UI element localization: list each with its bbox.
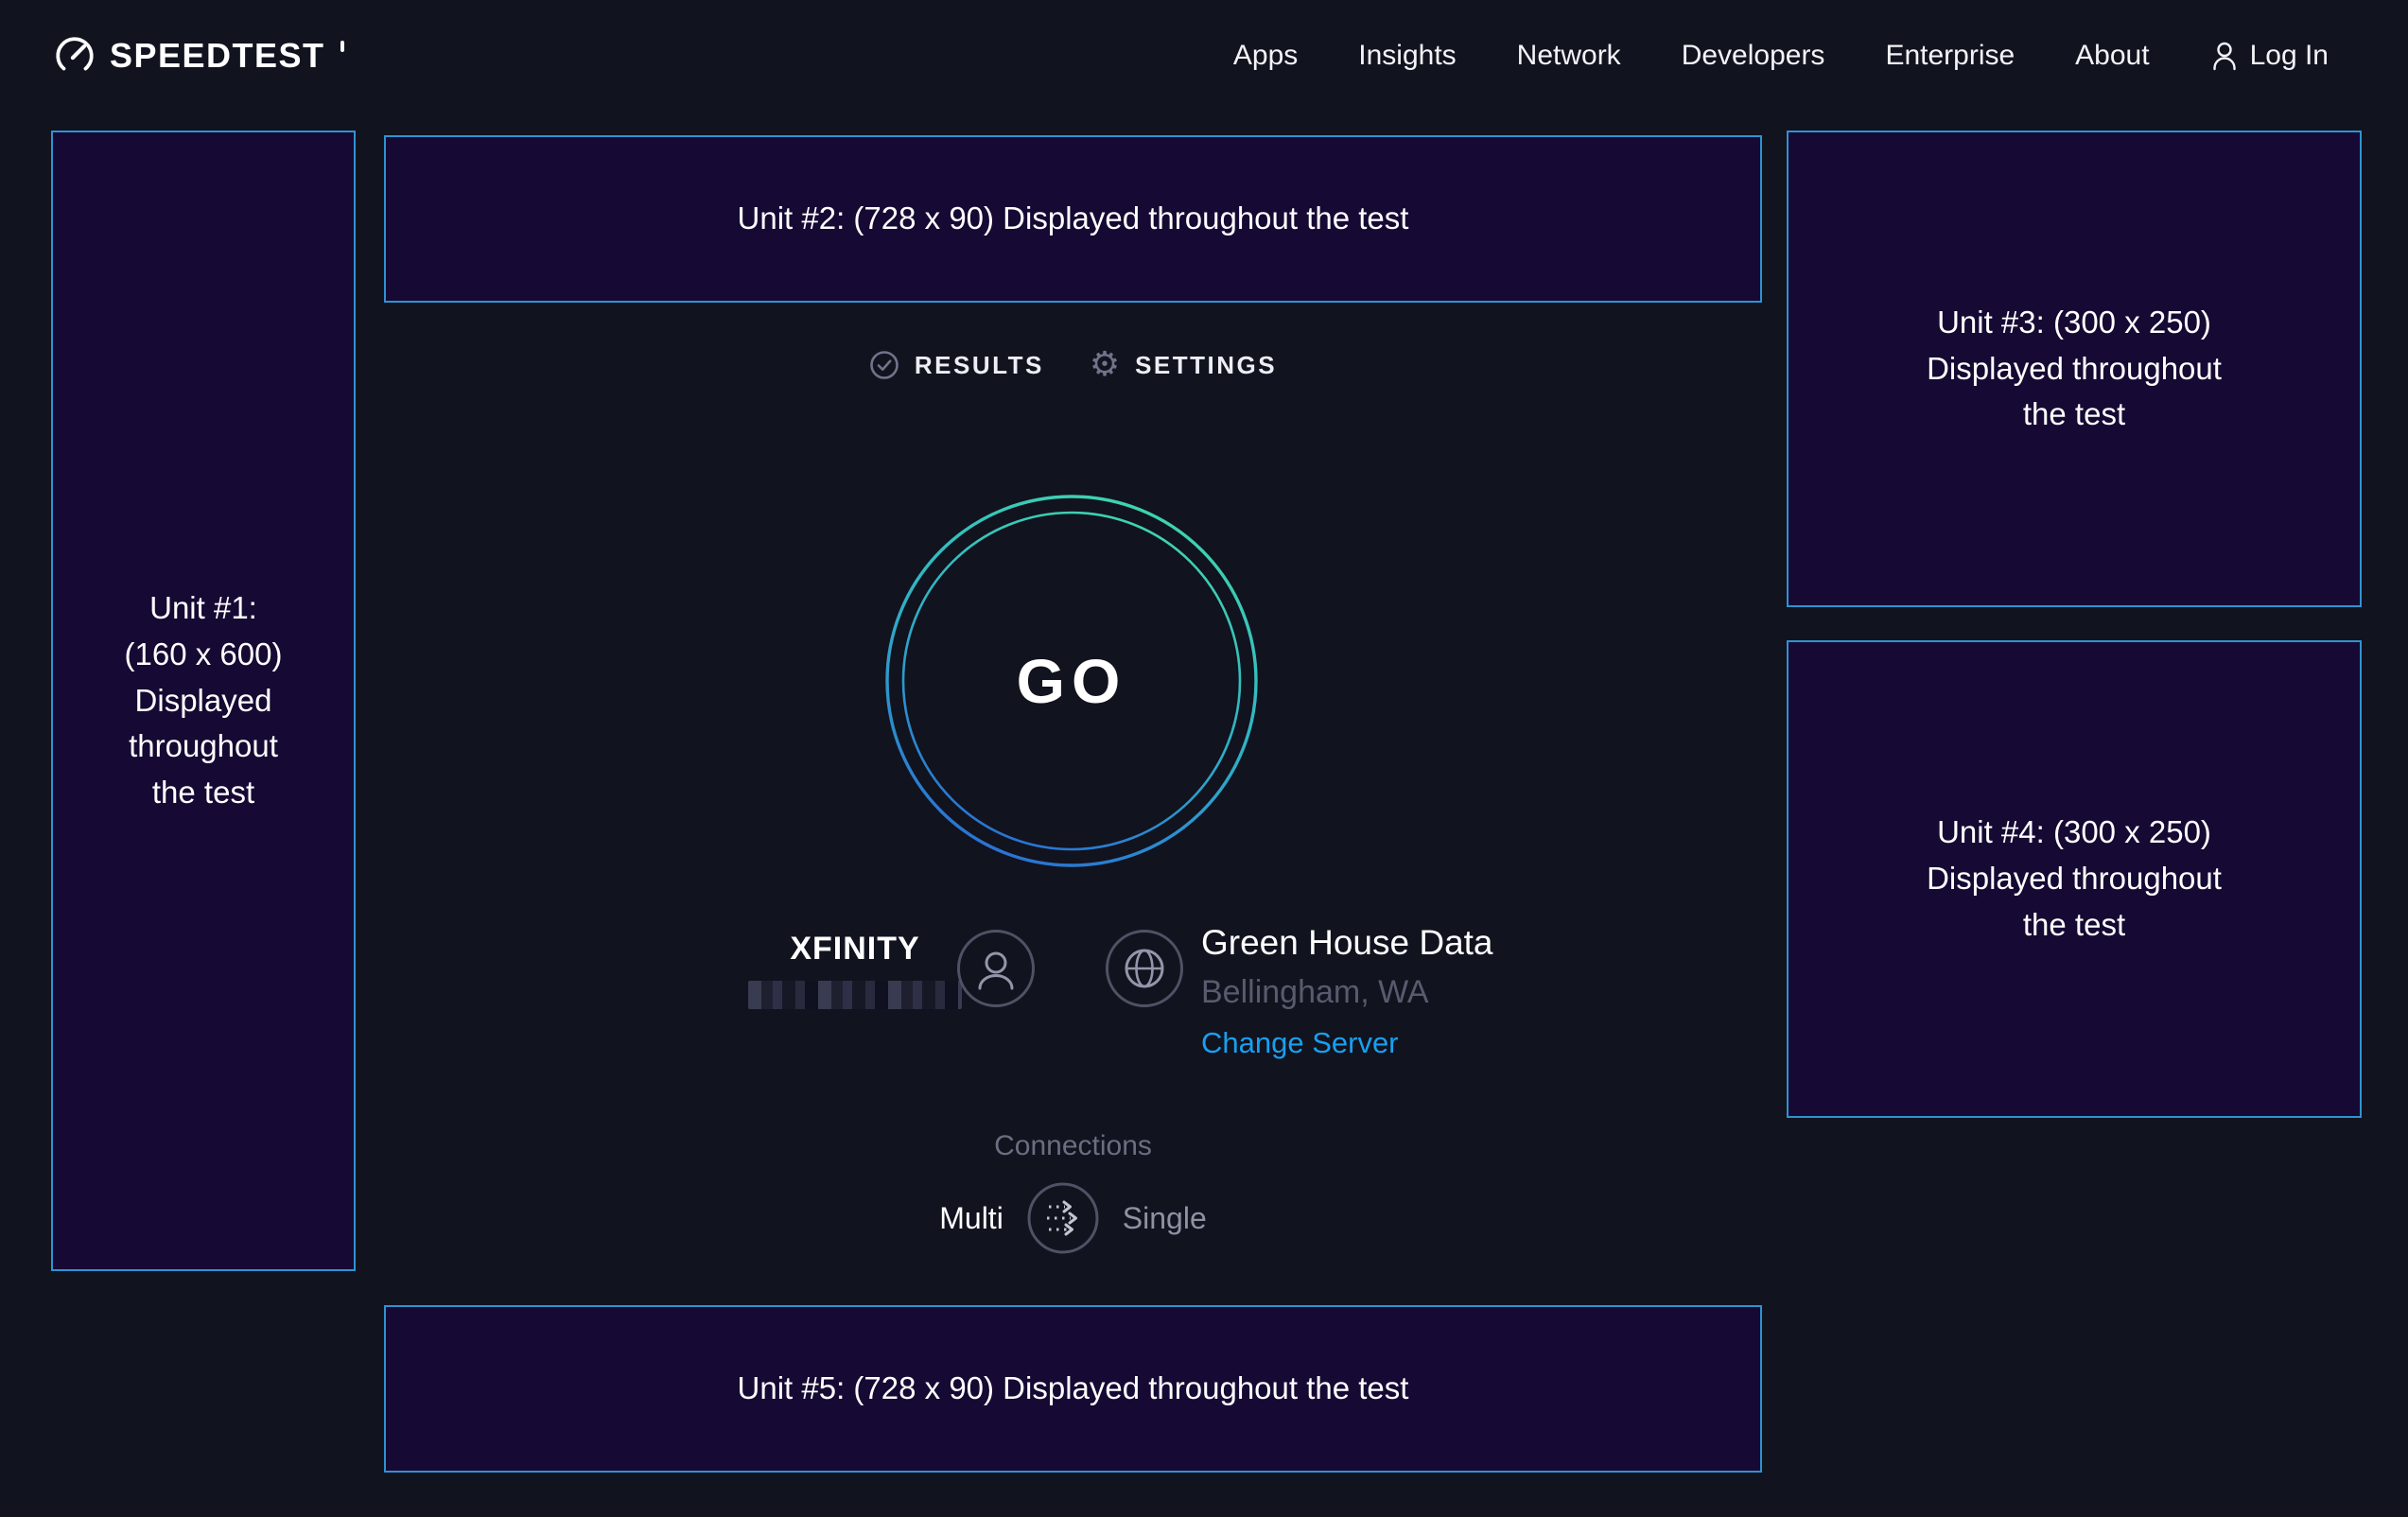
tabs-row: RESULTS ⚙ SETTINGS bbox=[384, 339, 1762, 392]
ad-unit-1-line: (160 x 600) bbox=[125, 632, 283, 678]
nav-item-about[interactable]: About bbox=[2075, 40, 2149, 72]
ad-unit-3[interactable]: Unit #3: (300 x 250) Displayed throughou… bbox=[1787, 131, 2362, 607]
login-label: Log In bbox=[2250, 40, 2329, 72]
ad-unit-3-line: the test bbox=[2023, 392, 2125, 438]
ad-unit-2[interactable]: Unit #2: (728 x 90) Displayed throughout… bbox=[384, 135, 1762, 303]
connections-single-label[interactable]: Single bbox=[1123, 1201, 1207, 1236]
go-button[interactable]: GO bbox=[882, 492, 1261, 870]
multi-arrows-icon bbox=[1026, 1181, 1100, 1255]
nav-item-developers[interactable]: Developers bbox=[1682, 40, 1825, 72]
ad-unit-4-line: Displayed throughout bbox=[1927, 856, 2222, 902]
tab-settings-label: SETTINGS bbox=[1135, 351, 1277, 380]
ad-unit-1-line: Displayed bbox=[135, 678, 272, 724]
ad-unit-3-line: Unit #3: (300 x 250) bbox=[1937, 300, 2211, 346]
isp-block: XFINITY bbox=[732, 931, 978, 1009]
ad-unit-2-text: Unit #2: (728 x 90) Displayed throughout… bbox=[738, 196, 1409, 242]
server-name: Green House Data bbox=[1201, 923, 1493, 963]
speedtest-page: SPEEDTEST Apps Insights Network Develope… bbox=[0, 0, 2408, 1517]
connections-row: Multi Single bbox=[384, 1181, 1762, 1255]
trademark-icon bbox=[340, 41, 344, 52]
ad-unit-3-line: Displayed throughout bbox=[1927, 346, 2222, 392]
brand-name: SPEEDTEST bbox=[110, 36, 325, 76]
ad-unit-1-line: Unit #1: bbox=[149, 585, 257, 632]
gear-icon: ⚙ bbox=[1090, 348, 1120, 382]
nav-item-apps[interactable]: Apps bbox=[1233, 40, 1298, 72]
ad-unit-4-line: the test bbox=[2023, 902, 2125, 949]
connections-toggle[interactable] bbox=[1026, 1181, 1100, 1255]
redacted-ip bbox=[748, 981, 962, 1009]
ad-unit-1-line: the test bbox=[152, 770, 254, 816]
speedtest-gauge-icon bbox=[53, 34, 96, 78]
ad-unit-1[interactable]: Unit #1: (160 x 600) Displayed throughou… bbox=[51, 131, 356, 1271]
tab-results-label: RESULTS bbox=[915, 351, 1044, 380]
user-circle-icon bbox=[956, 929, 1036, 1008]
connections-multi-label[interactable]: Multi bbox=[939, 1201, 1003, 1236]
go-label: GO bbox=[882, 492, 1261, 870]
login-button[interactable]: Log In bbox=[2210, 40, 2329, 72]
change-server-link[interactable]: Change Server bbox=[1201, 1026, 1493, 1060]
server-location: Bellingham, WA bbox=[1201, 974, 1493, 1011]
ad-unit-5-text: Unit #5: (728 x 90) Displayed throughout… bbox=[738, 1366, 1409, 1412]
user-icon bbox=[2210, 40, 2239, 72]
connections-section: Connections Multi Single bbox=[384, 1130, 1762, 1255]
ad-unit-4-line: Unit #4: (300 x 250) bbox=[1937, 810, 2211, 856]
speedtest-logo[interactable]: SPEEDTEST bbox=[53, 34, 344, 78]
check-circle-icon bbox=[869, 350, 899, 380]
ad-unit-5[interactable]: Unit #5: (728 x 90) Displayed throughout… bbox=[384, 1305, 1762, 1473]
nav-item-insights[interactable]: Insights bbox=[1358, 40, 1456, 72]
nav-links: Apps Insights Network Developers Enterpr… bbox=[1233, 40, 2329, 72]
isp-name: XFINITY bbox=[732, 931, 978, 968]
tab-results[interactable]: RESULTS bbox=[869, 350, 1044, 380]
nav-item-network[interactable]: Network bbox=[1517, 40, 1621, 72]
server-block: Green House Data Bellingham, WA Change S… bbox=[1201, 923, 1493, 1060]
isp-server-row: XFINITY Green House Data Bellingham, WA … bbox=[384, 915, 1762, 1095]
ad-unit-4[interactable]: Unit #4: (300 x 250) Displayed throughou… bbox=[1787, 640, 2362, 1118]
globe-circle-icon bbox=[1105, 929, 1184, 1008]
nav-item-enterprise[interactable]: Enterprise bbox=[1885, 40, 2015, 72]
ad-unit-1-line: throughout bbox=[129, 724, 278, 770]
connections-label: Connections bbox=[384, 1130, 1762, 1162]
tab-settings[interactable]: ⚙ SETTINGS bbox=[1090, 348, 1277, 382]
top-nav: SPEEDTEST Apps Insights Network Develope… bbox=[0, 0, 2408, 112]
